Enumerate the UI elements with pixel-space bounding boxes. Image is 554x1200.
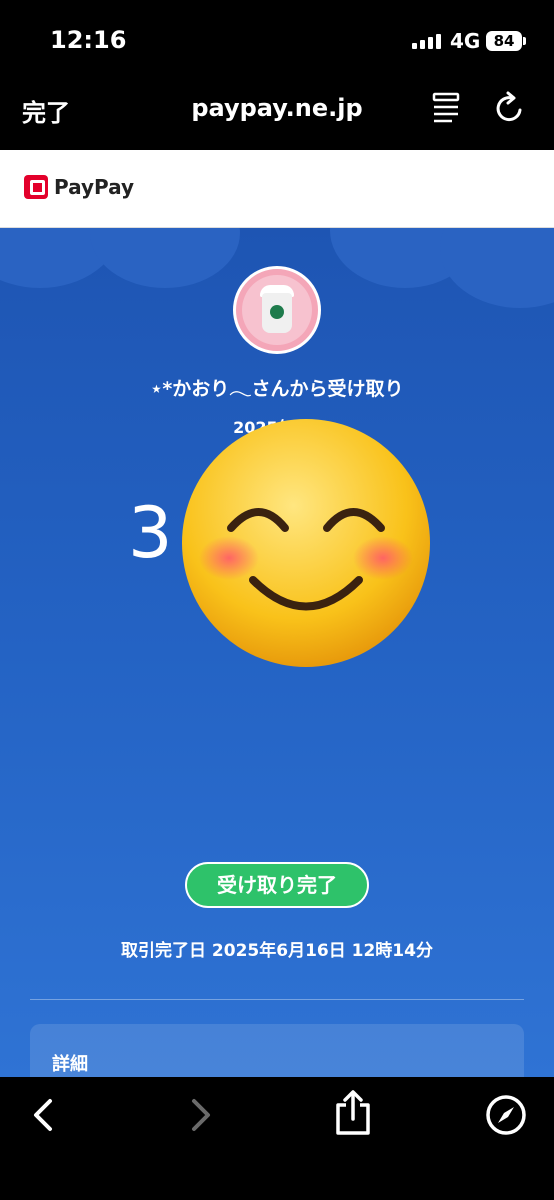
- cloud-decoration: [90, 228, 240, 288]
- paypay-header: PayPay: [0, 150, 554, 228]
- network-type: 4G: [450, 29, 481, 53]
- divider: [30, 999, 524, 1000]
- paypay-logo[interactable]: PayPay: [24, 175, 134, 199]
- status-badge: 受け取り完了: [185, 862, 369, 908]
- back-icon[interactable]: [30, 1095, 56, 1135]
- signal-icon: [412, 34, 441, 49]
- smiling-face-emoji-icon: [182, 419, 430, 667]
- sender-line: ⋆*かおり𓂃さんから受け取り: [150, 378, 404, 400]
- details-section[interactable]: 詳細: [30, 1024, 524, 1077]
- browser-bottom-bar: [0, 1077, 554, 1200]
- browser-top-bar: 完了 paypay.ne.jp: [0, 80, 554, 150]
- share-icon[interactable]: [333, 1089, 373, 1137]
- paypay-brand: PayPay: [54, 175, 135, 199]
- paypay-logo-icon: [24, 175, 48, 199]
- reload-icon[interactable]: [494, 90, 526, 124]
- receipt-panel: ⋆*かおり𓂃さんから受け取り 2025年6月 3 受け取り完了 取引完了日 20…: [0, 228, 554, 1077]
- status-time: 12:16: [50, 26, 127, 54]
- cloud-decoration: [440, 228, 554, 308]
- done-button[interactable]: 完了: [22, 93, 70, 128]
- details-title: 詳細: [52, 1054, 88, 1075]
- compass-icon[interactable]: [484, 1093, 528, 1137]
- status-bar: 12:16 4G 84: [0, 0, 554, 80]
- sender-avatar: [233, 266, 321, 354]
- amount: 3: [128, 492, 173, 574]
- battery-icon: 84: [486, 31, 526, 51]
- url-field[interactable]: paypay.ne.jp: [150, 94, 404, 122]
- reader-icon[interactable]: [432, 90, 462, 124]
- completion-date: 取引完了日 2025年6月16日 12時14分: [121, 941, 433, 961]
- forward-icon: [192, 1099, 210, 1131]
